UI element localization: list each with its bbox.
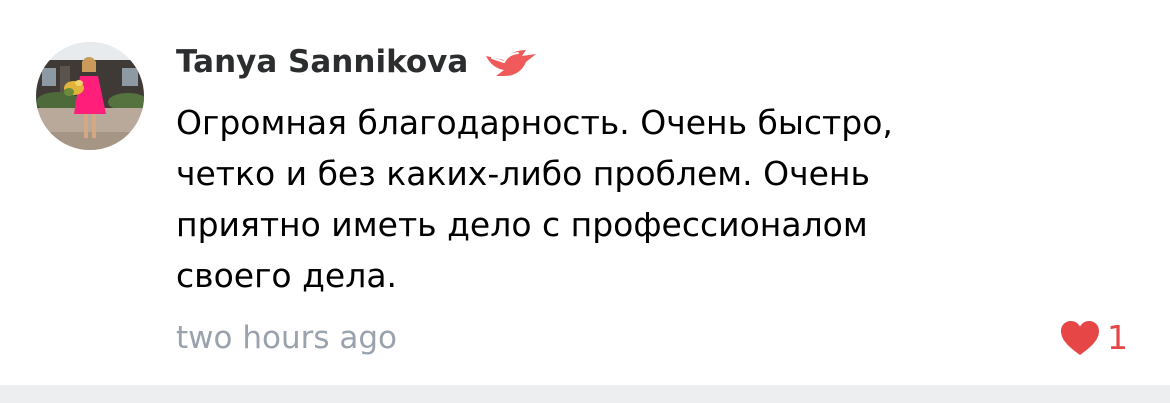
author-name[interactable]: Tanya Sannikova [176, 44, 468, 80]
comment-text: Огромная благодарность. Очень быстро, че… [176, 103, 893, 295]
author-row: Tanya Sannikova [176, 36, 538, 88]
comment-item: Tanya Sannikova Огромная благодарность. … [0, 0, 1170, 385]
heart-icon [1059, 319, 1101, 357]
avatar[interactable] [36, 42, 144, 150]
like-count: 1 [1107, 318, 1128, 357]
like-button[interactable]: 1 [1059, 318, 1128, 357]
comment-timestamp[interactable]: two hours ago [176, 320, 397, 356]
bird-icon [482, 42, 538, 82]
separator [0, 385, 1170, 403]
avatar-photo [36, 42, 144, 150]
